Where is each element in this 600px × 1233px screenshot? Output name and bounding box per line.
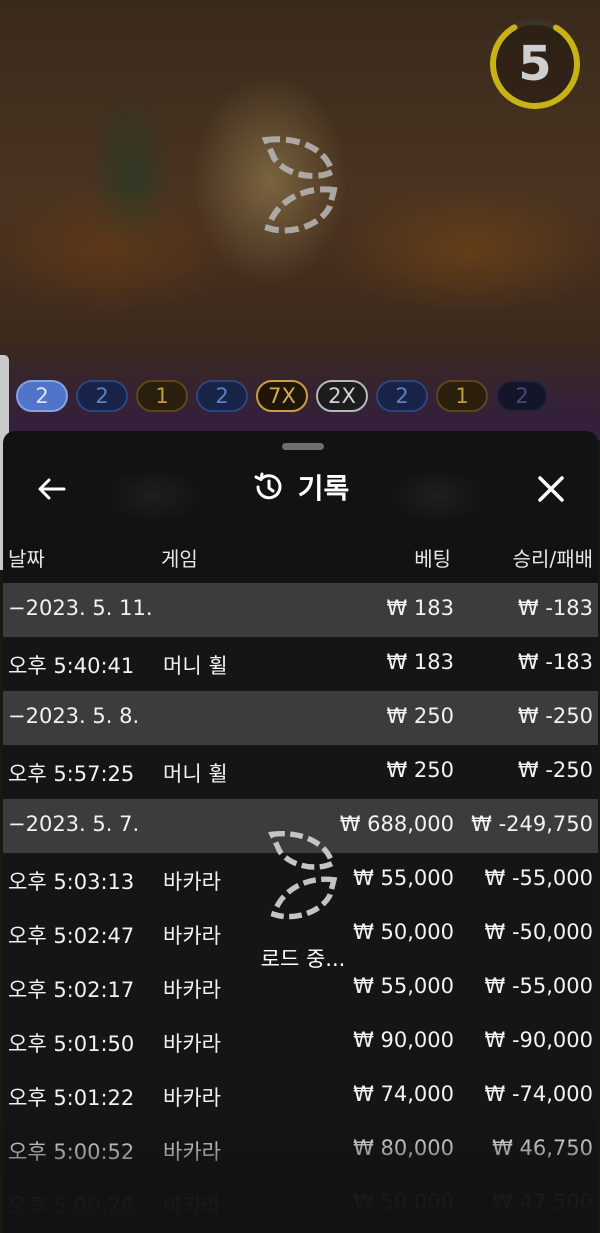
game-video-background: 5: [0, 0, 600, 440]
row-date: 오후 5:57:25: [8, 762, 135, 786]
row-date: −2023. 5. 7.: [8, 812, 140, 836]
timer-value: 5: [518, 36, 552, 92]
row-winloss: ₩ -250: [517, 704, 593, 728]
row-date: 오후 5:02:17: [8, 978, 135, 1002]
row-bet: ₩ 250: [386, 704, 454, 728]
row-game: 바카라: [163, 1032, 221, 1056]
row-winloss: ₩ -183: [517, 650, 593, 674]
row-game: 바카라: [163, 870, 221, 894]
page-title: 기록: [297, 472, 350, 505]
round-timer: 5: [487, 16, 583, 112]
row-date: 오후 5:03:13: [8, 870, 135, 894]
row-bet: ₩ 74,000: [353, 1082, 454, 1106]
date-group-row: −2023. 5. 8. ₩ 250 ₩ -250: [3, 691, 598, 745]
result-chip: 1: [136, 380, 188, 412]
column-header-bet: 베팅: [414, 547, 451, 571]
row-game: 바카라: [163, 924, 221, 948]
result-chip: 2: [76, 380, 128, 412]
result-chip: 2: [496, 380, 548, 412]
row-winloss: ₩ -55,000: [484, 866, 594, 890]
brand-logo-icon: [261, 136, 338, 234]
result-chip: 7X: [256, 380, 308, 412]
row-winloss: ₩ -183: [517, 596, 593, 620]
row-date: 오후 5:01:50: [8, 1032, 135, 1056]
row-winloss: ₩ -90,000: [484, 1028, 594, 1052]
row-winloss: ₩ -250: [517, 758, 593, 782]
row-date: −2023. 5. 11.: [8, 596, 153, 620]
result-chip: 2: [16, 380, 68, 412]
history-title-group: 기록: [3, 467, 598, 507]
column-header-date: 날짜: [8, 547, 45, 571]
list-fade-overlay: [3, 1131, 598, 1233]
close-button[interactable]: [531, 469, 571, 509]
sheet-drag-handle[interactable]: [282, 443, 324, 450]
history-sheet: 기록 날짜 게임 베팅 승리/패배 −2023. 5. 11. ₩ 183 ₩ -1…: [3, 431, 598, 1233]
table-row[interactable]: 오후 5:01:22 바카라 ₩ 74,000 ₩ -74,000: [3, 1069, 598, 1123]
row-game: 머니 휠: [163, 762, 228, 786]
row-winloss: ₩ -74,000: [484, 1082, 594, 1106]
row-bet: ₩ 90,000: [353, 1028, 454, 1052]
date-group-row: −2023. 5. 11. ₩ 183 ₩ -183: [3, 583, 598, 637]
column-header-game: 게임: [161, 547, 198, 571]
history-clock-icon: [254, 472, 282, 500]
row-date: 오후 5:01:22: [8, 1086, 135, 1110]
row-bet: ₩ 183: [386, 650, 454, 674]
row-date: 오후 5:02:47: [8, 924, 135, 948]
row-date: 오후 5:40:41: [8, 654, 135, 678]
row-date: −2023. 5. 8.: [8, 704, 140, 728]
loading-label: 로드 중...: [260, 947, 346, 971]
row-winloss: ₩ -249,750: [471, 812, 593, 836]
loading-logo-icon: [268, 830, 338, 920]
table-row[interactable]: 오후 5:40:41 머니 휠 ₩ 183 ₩ -183: [3, 637, 598, 691]
result-chip: 2: [376, 380, 428, 412]
row-game: 바카라: [163, 978, 221, 1002]
result-chip: 2X: [316, 380, 368, 412]
result-chip: 2: [196, 380, 248, 412]
row-bet: ₩ 183: [386, 596, 454, 620]
row-winloss: ₩ -50,000: [484, 920, 594, 944]
table-header: 날짜 게임 베팅 승리/패배: [3, 543, 598, 573]
result-chip: 1: [436, 380, 488, 412]
row-game: 머니 휠: [163, 654, 228, 678]
column-header-winloss: 승리/패배: [512, 547, 593, 571]
loading-indicator: 로드 중...: [233, 823, 373, 983]
history-header: 기록: [3, 457, 598, 517]
results-history-strip: 2 2 1 2 7X 2X 2 1 2: [16, 380, 548, 420]
row-bet: ₩ 250: [386, 758, 454, 782]
row-winloss: ₩ -55,000: [484, 974, 594, 998]
row-game: 바카라: [163, 1086, 221, 1110]
close-icon: [538, 476, 564, 502]
table-row[interactable]: 오후 5:01:50 바카라 ₩ 90,000 ₩ -90,000: [3, 1015, 598, 1069]
table-row[interactable]: 오후 5:57:25 머니 휠 ₩ 250 ₩ -250: [3, 745, 598, 799]
